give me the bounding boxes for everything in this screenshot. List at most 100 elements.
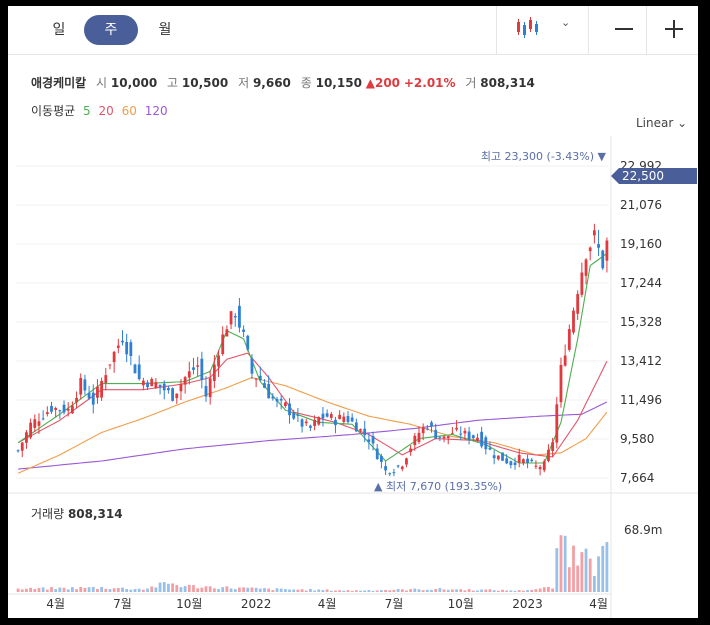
candle-body (288, 403, 291, 416)
tab-month[interactable]: 월 (138, 15, 192, 45)
scale-select[interactable]: Linear ⌄ (636, 116, 687, 130)
low-label: 저 (238, 76, 250, 90)
volume-bar (263, 588, 266, 592)
volume-bar (517, 590, 521, 592)
candle-body (538, 467, 542, 470)
volume-bar (459, 589, 463, 592)
volume-bar (20, 589, 24, 592)
volume-bar (371, 590, 375, 592)
candle-body (150, 378, 154, 387)
volume-bar (208, 586, 212, 592)
volume-bar (79, 586, 83, 592)
volume-bar (325, 589, 329, 592)
candle-body (229, 311, 233, 325)
volume-bar (421, 590, 425, 592)
candle-body (580, 272, 584, 295)
open-label: 시 (96, 76, 108, 90)
volume-bar (116, 588, 120, 592)
toolbar: 일 주 월 ⌄ (8, 6, 698, 55)
candle-body (350, 417, 354, 422)
tab-day[interactable]: 일 (32, 15, 86, 45)
volume-bar (242, 587, 245, 592)
candle-body (455, 427, 458, 430)
toolbar-divider (496, 6, 497, 54)
volume-bar (317, 589, 321, 592)
candle-body (592, 230, 596, 236)
volume-bar (83, 587, 87, 592)
chevron-down-icon[interactable]: ⌄ (561, 16, 570, 29)
candle-body (158, 384, 162, 387)
volume-bar (572, 545, 575, 592)
volume-bar (179, 587, 183, 592)
volume-bar (584, 548, 588, 592)
candle-body (576, 294, 580, 314)
volume-bar (246, 587, 250, 592)
volume-bar (45, 589, 49, 592)
candle-body (137, 364, 141, 380)
volume-bar (304, 590, 308, 592)
candle-body (196, 365, 200, 367)
tab-week[interactable]: 주 (84, 15, 138, 45)
volume-bar (217, 589, 220, 592)
candle-body (58, 410, 62, 412)
stock-name: 애경케미칼 (31, 76, 87, 90)
time-tick-label: 7월 (385, 597, 404, 611)
candle-body (521, 459, 525, 464)
candle-body (87, 392, 91, 399)
candle-body (413, 435, 417, 446)
volume-bar (538, 588, 542, 592)
candle-body (238, 305, 241, 328)
volume-bar (555, 548, 559, 592)
volume-bar (25, 588, 28, 592)
ma-label: 이동평균 (31, 104, 76, 118)
close-label: 종 (300, 76, 312, 90)
candle-body (425, 428, 429, 430)
change-percent: +2.01% (403, 76, 456, 90)
candle-body (572, 310, 575, 333)
candle-body (25, 432, 28, 443)
candle-body (551, 442, 555, 451)
candle-body (338, 414, 342, 420)
candlestick-icon[interactable] (516, 16, 540, 40)
price-chart[interactable]: 22,99221,07619,16017,24415,32813,41211,4… (8, 136, 698, 618)
volume-bar (66, 589, 70, 592)
candle-body (526, 458, 529, 463)
candle-body (79, 377, 83, 395)
candle-body (509, 461, 513, 466)
candle-body (112, 351, 116, 363)
candle-body (91, 392, 95, 405)
candle-body (54, 408, 58, 410)
volume-bar (384, 589, 387, 592)
candle-body (601, 250, 605, 269)
volume-bar (254, 587, 258, 592)
candle-body (304, 421, 308, 424)
volume-bar (167, 583, 170, 592)
volume-bar (559, 535, 563, 592)
candle-body (488, 447, 492, 450)
volume-bar (96, 588, 99, 592)
volume-bar (221, 587, 225, 592)
volume-bar (33, 589, 37, 592)
volume-bar (300, 589, 304, 592)
candle-body (463, 430, 467, 434)
minus-icon[interactable] (615, 28, 633, 30)
plus-icon[interactable] (665, 20, 683, 38)
volume-bar (580, 552, 584, 592)
volume-bar (29, 587, 33, 592)
candle-body (388, 473, 392, 475)
candle-body (263, 383, 266, 388)
high-annotation: 최고 23,300 (-3.43%) ▼ (481, 150, 607, 163)
volume-bar (121, 587, 124, 592)
volume-bar (392, 589, 396, 592)
volume-bar (183, 586, 187, 592)
candle-body (346, 415, 350, 423)
candle-body (359, 429, 362, 431)
volume-bar (592, 575, 596, 592)
candle-body (313, 419, 316, 426)
chevron-down-icon: ⌄ (677, 116, 688, 130)
volume-title-value: 808,314 (67, 507, 123, 521)
time-tick-label: 10월 (176, 597, 202, 611)
volume-bar (267, 588, 271, 592)
price-tick-label: 9,580 (620, 432, 654, 446)
volume-bar (601, 545, 605, 592)
